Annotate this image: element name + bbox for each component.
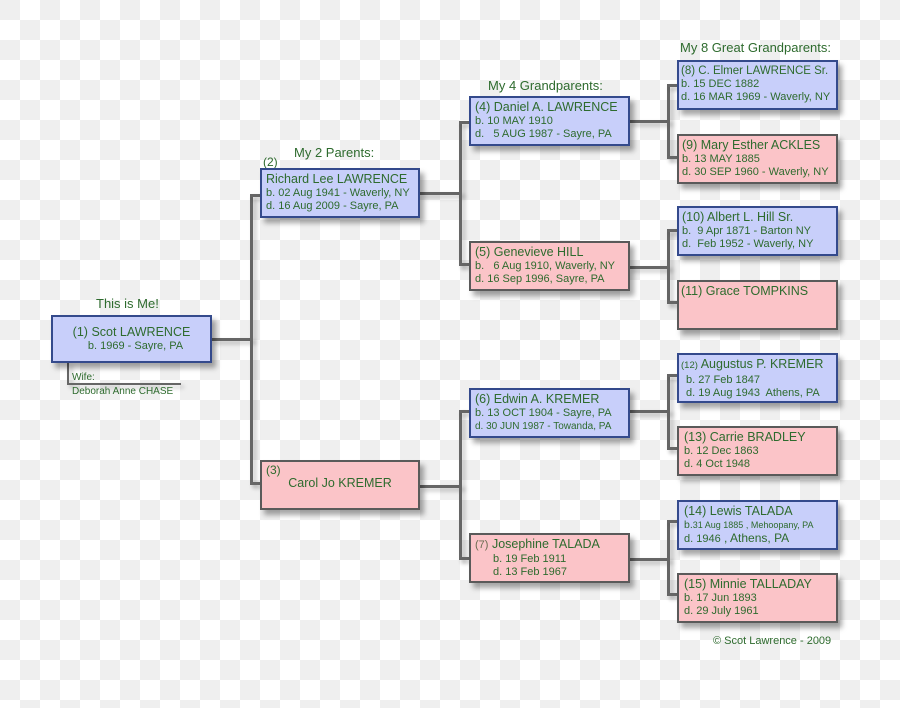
connector-line bbox=[629, 266, 670, 269]
person-name: Richard Lee LAWRENCE bbox=[266, 172, 408, 186]
person-death: d. 1946 , Athens, PA bbox=[684, 531, 790, 546]
person-death: d. 13 Feb 1967 bbox=[493, 566, 568, 578]
spouse-connector-line bbox=[67, 362, 69, 384]
spouse-connector-line bbox=[67, 383, 181, 385]
person-birth: b. 6 Aug 1910, Waverly, NY bbox=[475, 260, 616, 272]
person-death: d. 30 SEP 1960 - Waverly, NY bbox=[682, 166, 829, 178]
connector-line bbox=[629, 410, 670, 413]
person-box-3[interactable]: (3) Carol Jo KREMER bbox=[260, 460, 420, 510]
person-box-4[interactable]: (4) Daniel A. LAWRENCE b. 10 MAY 1910 d.… bbox=[469, 96, 630, 146]
person-name: (7) Josephine TALADA bbox=[475, 537, 600, 551]
person-box-6[interactable]: (6) Edwin A. KREMER b. 13 OCT 1904 - Say… bbox=[469, 388, 630, 438]
person-death: d. 16 MAR 1969 - Waverly, NY bbox=[681, 91, 831, 103]
person-birth: b. 02 Aug 1941 - Waverly, NY bbox=[266, 187, 410, 199]
person-birth: b. 13 MAY 1885 bbox=[682, 153, 760, 165]
connector-line bbox=[250, 194, 253, 484]
connector-line bbox=[420, 485, 462, 488]
person-box-5[interactable]: (5) Genevieve HILL b. 6 Aug 1910, Waverl… bbox=[469, 241, 630, 291]
connector-line bbox=[211, 338, 253, 341]
person-name: (13) Carrie BRADLEY bbox=[684, 430, 806, 444]
connector-line bbox=[629, 558, 670, 561]
connector-line bbox=[667, 84, 670, 159]
person-birth: b. 13 OCT 1904 - Sayre, PA bbox=[475, 407, 612, 419]
person-name: (14) Lewis TALADA bbox=[684, 504, 793, 518]
person-name: (9) Mary Esther ACKLES bbox=[682, 138, 821, 152]
connector-line bbox=[667, 229, 670, 304]
spouse-label: Wife: bbox=[72, 372, 95, 383]
person-name: (5) Genevieve HILL bbox=[475, 245, 584, 259]
person-name: (4) Daniel A. LAWRENCE bbox=[475, 100, 618, 114]
person-death: d. 29 July 1961 bbox=[684, 605, 759, 617]
person-death: d. Feb 1952 - Waverly, NY bbox=[682, 238, 814, 250]
person-birth: b. 9 Apr 1871 - Barton NY bbox=[682, 225, 812, 237]
heading-grandparents: My 4 Grandparents: bbox=[488, 78, 603, 93]
connector-line bbox=[629, 120, 670, 123]
person-birth: b. 15 DEC 1882 bbox=[681, 78, 760, 90]
connector-line bbox=[459, 557, 469, 560]
person-box-2[interactable]: Richard Lee LAWRENCE b. 02 Aug 1941 - Wa… bbox=[260, 168, 420, 218]
person-name: (11) Grace TOMPKINS bbox=[681, 284, 809, 298]
connector-line bbox=[667, 374, 670, 450]
person-name: Carol Jo KREMER bbox=[288, 476, 392, 490]
person-death: d. 4 Oct 1948 bbox=[684, 458, 751, 470]
person-number: (2) bbox=[263, 155, 278, 169]
connector-line bbox=[459, 410, 469, 413]
person-box-14[interactable]: (14) Lewis TALADA b.31 Aug 1885 , Mehoop… bbox=[677, 500, 838, 550]
connector-line bbox=[420, 192, 462, 195]
person-name: (10) Albert L. Hill Sr. bbox=[682, 210, 794, 224]
person-box-9[interactable]: (9) Mary Esther ACKLES b. 13 MAY 1885 d.… bbox=[677, 134, 838, 184]
person-name: (12) Augustus P. KREMER bbox=[681, 357, 824, 371]
person-name: (8) C. Elmer LAWRENCE Sr. bbox=[681, 65, 829, 77]
person-death: d. 16 Aug 2009 - Sayre, PA bbox=[266, 200, 399, 212]
connector-line bbox=[459, 121, 462, 266]
person-death: d. 30 JUN 1987 - Towanda, PA bbox=[475, 421, 612, 432]
connector-line bbox=[459, 121, 469, 124]
connector-line bbox=[459, 263, 469, 266]
person-box-1[interactable]: (1) Scot LAWRENCE b. 1969 - Sayre, PA bbox=[51, 315, 212, 363]
person-birth: b. 1969 - Sayre, PA bbox=[87, 340, 184, 352]
person-name: (15) Minnie TALLADAY bbox=[684, 577, 812, 591]
person-box-10[interactable]: (10) Albert L. Hill Sr. b. 9 Apr 1871 - … bbox=[677, 206, 838, 256]
person-death: d. 5 AUG 1987 - Sayre, PA bbox=[475, 128, 612, 140]
person-box-7[interactable]: (7) Josephine TALADA b. 19 Feb 1911 d. 1… bbox=[469, 533, 630, 583]
person-box-12[interactable]: (12) Augustus P. KREMER b. 27 Feb 1847 d… bbox=[677, 353, 838, 403]
person-name: (6) Edwin A. KREMER bbox=[475, 392, 600, 406]
person-birth: b. 12 Dec 1863 bbox=[684, 445, 759, 457]
person-birth: b. 17 Jun 1893 bbox=[684, 592, 757, 604]
spouse-name: Deborah Anne CHASE bbox=[72, 386, 174, 397]
connector-line bbox=[459, 410, 462, 560]
person-death: d. 19 Aug 1943 Athens, PA bbox=[686, 387, 820, 399]
person-box-13[interactable]: (13) Carrie BRADLEY b. 12 Dec 1863 d. 4 … bbox=[677, 426, 838, 476]
copyright-notice: © Scot Lawrence - 2009 bbox=[713, 635, 832, 647]
person-box-8[interactable]: (8) C. Elmer LAWRENCE Sr. b. 15 DEC 1882… bbox=[677, 60, 838, 110]
heading-great-grandparents: My 8 Great Grandparents: bbox=[680, 40, 832, 55]
person-name: (1) Scot LAWRENCE bbox=[72, 325, 191, 339]
person-birth: b. 10 MAY 1910 bbox=[475, 115, 553, 127]
connector-line bbox=[667, 520, 670, 596]
heading-me: This is Me! bbox=[96, 296, 159, 311]
person-death: d. 16 Sep 1996, Sayre, PA bbox=[475, 273, 605, 285]
person-box-11[interactable]: (11) Grace TOMPKINS bbox=[677, 280, 838, 330]
person-box-15[interactable]: (15) Minnie TALLADAY b. 17 Jun 1893 d. 2… bbox=[677, 573, 838, 623]
person-birth: b. 27 Feb 1847 bbox=[686, 374, 761, 386]
heading-parents: My 2 Parents: bbox=[294, 145, 375, 160]
person-birth: b. 19 Feb 1911 bbox=[493, 553, 567, 565]
